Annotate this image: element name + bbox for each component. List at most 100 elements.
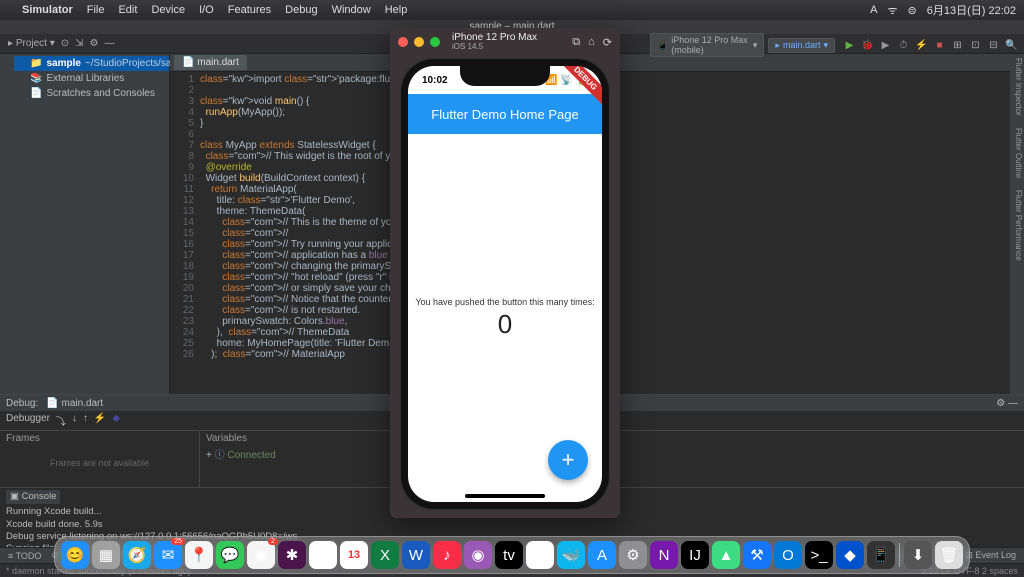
event-log-link[interactable]: ⊞ Event Log bbox=[965, 550, 1016, 561]
flutter-outline-tab[interactable]: Flutter Outline bbox=[1010, 124, 1024, 182]
app-menu[interactable]: Simulator bbox=[22, 4, 73, 16]
console-label[interactable]: ▣ Console bbox=[6, 490, 60, 504]
tool3-icon[interactable]: ⊟ bbox=[987, 39, 1000, 52]
search-icon[interactable]: 🔍 bbox=[1005, 39, 1018, 52]
menu-features[interactable]: Features bbox=[228, 4, 271, 16]
minimize-icon[interactable] bbox=[414, 37, 424, 47]
tool-icon[interactable]: ⊞ bbox=[951, 39, 964, 52]
phone-screen[interactable]: DEBUG 10:02 📶 📡 🔋 Flutter Demo Home Page… bbox=[408, 66, 602, 502]
menu-window[interactable]: Window bbox=[332, 4, 371, 16]
dock-downloads[interactable]: ⬇︎ bbox=[904, 541, 932, 569]
project-tree[interactable]: 📁 sample ~/StudioProjects/sample 📚 Exter… bbox=[14, 54, 170, 394]
dock-calendar[interactable]: 13 bbox=[340, 541, 368, 569]
control-center-icon[interactable]: ⊜ bbox=[908, 4, 917, 17]
expand-icon[interactable]: + bbox=[206, 450, 212, 461]
home-indicator[interactable] bbox=[465, 494, 545, 498]
notch bbox=[460, 66, 550, 86]
menu-file[interactable]: File bbox=[87, 4, 105, 16]
debug-icon[interactable]: 🐞 bbox=[861, 39, 874, 52]
dock-appstore[interactable]: A bbox=[588, 541, 616, 569]
simulator-title: iPhone 12 Pro Max iOS 14.5 bbox=[452, 32, 537, 52]
debug-label: Debug: bbox=[6, 398, 38, 409]
tree-item-external-libs[interactable]: 📚 External Libraries bbox=[14, 71, 169, 86]
screenshot-icon[interactable]: ⧉ bbox=[572, 36, 580, 49]
devtools-icon[interactable]: ◆ bbox=[112, 413, 120, 428]
step-over-icon[interactable]: ⤵ bbox=[56, 413, 66, 428]
home-icon[interactable]: ⌂ bbox=[588, 36, 595, 49]
dock-maps[interactable]: 📍 bbox=[185, 541, 213, 569]
dock-reminders[interactable]: ☰ bbox=[309, 541, 337, 569]
dock-outlook[interactable]: O bbox=[774, 541, 802, 569]
dock-onenote[interactable]: N bbox=[650, 541, 678, 569]
stop-icon[interactable]: ■ bbox=[933, 39, 946, 52]
frames-panel: Frames Frames are not available bbox=[0, 431, 200, 487]
zoom-icon[interactable] bbox=[430, 37, 440, 47]
editor-tab-main[interactable]: 📄 main.dart bbox=[174, 55, 247, 70]
run-configuration-bar: 📱 iPhone 12 Pro Max (mobile) ▾ ▸ main.da… bbox=[650, 36, 1018, 54]
macos-dock: 😊▦🧭✉︎25📍💬◉2✱☰13XW♪◉tv⊞🐳A⚙︎NIJ▲⚒O>_◆📱⬇︎🗑 bbox=[54, 536, 970, 574]
hot-reload-icon[interactable]: ⚡ bbox=[915, 39, 928, 52]
wifi-icon[interactable]: ᯤ bbox=[887, 3, 897, 18]
counter-label: You have pushed the button this many tim… bbox=[415, 297, 594, 307]
dock-intellij[interactable]: IJ bbox=[681, 541, 709, 569]
collapse-icon[interactable]: ⇲ bbox=[75, 38, 83, 49]
flutter-inspector-tab[interactable]: Flutter Inspector bbox=[1010, 54, 1024, 120]
step-into-icon[interactable]: ↓ bbox=[72, 413, 77, 428]
dock-android-studio[interactable]: ▲ bbox=[712, 541, 740, 569]
dock-music[interactable]: ♪ bbox=[433, 541, 461, 569]
dock-settings[interactable]: ⚙︎ bbox=[619, 541, 647, 569]
device-selector[interactable]: 📱 iPhone 12 Pro Max (mobile) ▾ bbox=[650, 33, 764, 57]
floating-action-button[interactable]: + bbox=[548, 440, 588, 480]
menu-edit[interactable]: Edit bbox=[118, 4, 137, 16]
simulator-window[interactable]: iPhone 12 Pro Max iOS 14.5 ⧉ ⌂ ⟳ DEBUG 1… bbox=[390, 28, 620, 518]
dock-sourcetree[interactable]: ◆ bbox=[836, 541, 864, 569]
line-numbers: 1234567891011121314151617181920212223242… bbox=[170, 74, 200, 394]
frames-label: Frames bbox=[6, 433, 193, 444]
gear-icon[interactable]: ⚙︎ bbox=[90, 38, 99, 49]
hide-icon[interactable]: — bbox=[105, 38, 115, 49]
dock-messages[interactable]: 💬 bbox=[216, 541, 244, 569]
dock-xcode[interactable]: ⚒ bbox=[743, 541, 771, 569]
project-view-dropdown[interactable]: ▸ Project ▾ bbox=[8, 38, 55, 49]
run-config-selector[interactable]: ▸ main.dart ▾ bbox=[768, 38, 835, 53]
dock-podcasts[interactable]: ◉ bbox=[464, 541, 492, 569]
simulator-titlebar[interactable]: iPhone 12 Pro Max iOS 14.5 ⧉ ⌂ ⟳ bbox=[390, 28, 620, 56]
dock-chrome[interactable]: ◉ bbox=[247, 541, 275, 569]
dock-appletv[interactable]: tv bbox=[495, 541, 523, 569]
dock-safari[interactable]: 🧭 bbox=[123, 541, 151, 569]
debug-file[interactable]: 📄 main.dart bbox=[46, 398, 103, 409]
dock-simulator[interactable]: 📱 bbox=[867, 541, 895, 569]
tool2-icon[interactable]: ⊡ bbox=[969, 39, 982, 52]
dock-mail[interactable]: ✉︎ bbox=[154, 541, 182, 569]
dock-terminal[interactable]: >_ bbox=[805, 541, 833, 569]
dock-word[interactable]: W bbox=[402, 541, 430, 569]
menu-help[interactable]: Help bbox=[385, 4, 408, 16]
run-icon[interactable]: ▶ bbox=[843, 39, 856, 52]
tree-item-scratches[interactable]: 📄 Scratches and Consoles bbox=[14, 86, 169, 101]
tab-todo[interactable]: ≡ TODO bbox=[8, 551, 41, 561]
dock-finder[interactable]: 😊 bbox=[61, 541, 89, 569]
debug-gear-icon[interactable]: ⚙︎ — bbox=[996, 398, 1018, 409]
menu-debug[interactable]: Debug bbox=[285, 4, 317, 16]
coverage-icon[interactable]: ▶ bbox=[879, 39, 892, 52]
project-settings-icon[interactable]: ⊙ bbox=[61, 38, 69, 49]
debugger-tab[interactable]: Debugger bbox=[6, 413, 50, 428]
step-out-icon[interactable]: ↑ bbox=[83, 413, 88, 428]
flutter-performance-tab[interactable]: Flutter Performance bbox=[1010, 186, 1024, 265]
clock[interactable]: 6月13日(日) 22:02 bbox=[927, 2, 1016, 18]
profile-icon[interactable]: ⏱ bbox=[897, 39, 910, 52]
input-icon[interactable]: A bbox=[870, 4, 877, 16]
rotate-icon[interactable]: ⟳ bbox=[603, 36, 612, 49]
menu-device[interactable]: Device bbox=[151, 4, 185, 16]
close-icon[interactable] bbox=[398, 37, 408, 47]
menu-io[interactable]: I/O bbox=[199, 4, 214, 16]
dock-trash[interactable]: 🗑 bbox=[935, 541, 963, 569]
dock-docker[interactable]: 🐳 bbox=[557, 541, 585, 569]
tree-item-sample[interactable]: 📁 sample ~/StudioProjects/sample bbox=[14, 56, 169, 71]
dock-excel[interactable]: X bbox=[371, 541, 399, 569]
dock-launchpad[interactable]: ▦ bbox=[92, 541, 120, 569]
dock-slack[interactable]: ✱ bbox=[278, 541, 306, 569]
left-gutter bbox=[0, 54, 14, 394]
dock-tableau[interactable]: ⊞ bbox=[526, 541, 554, 569]
hot-reload-icon-2[interactable]: ⚡ bbox=[94, 413, 106, 428]
